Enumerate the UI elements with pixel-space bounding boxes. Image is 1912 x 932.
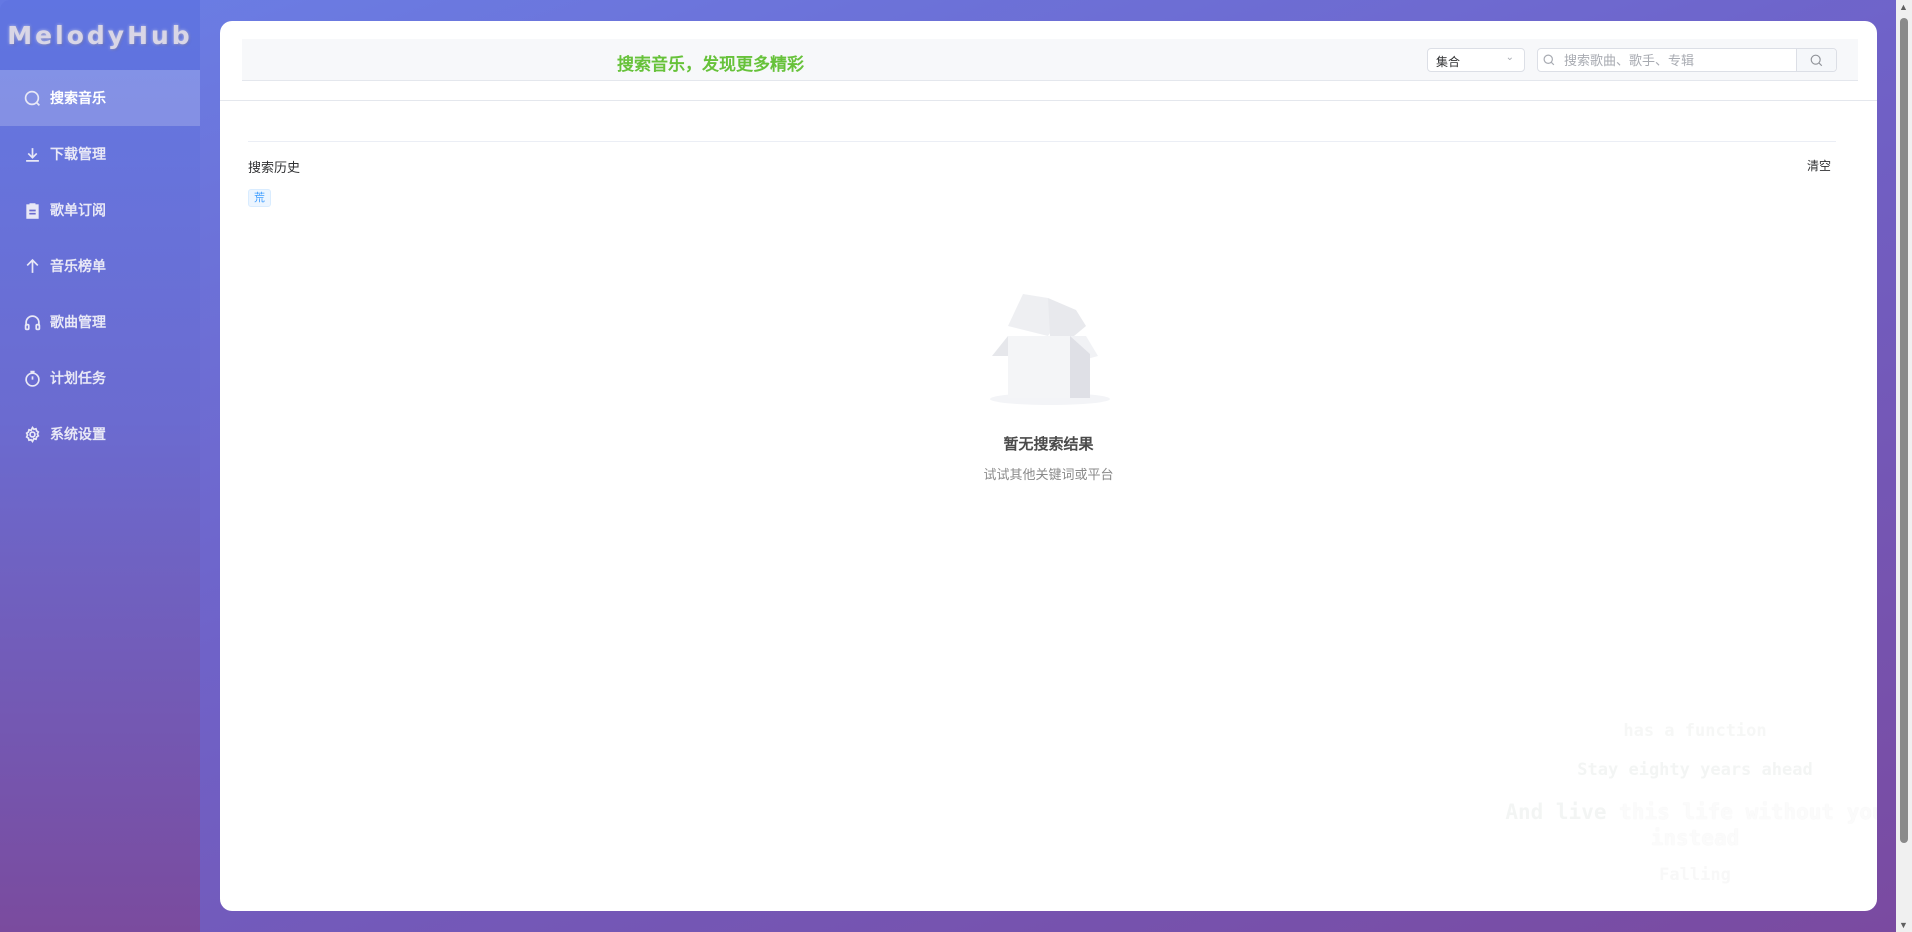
sidebar-item-playlist-subscriptions[interactable]: 歌单订阅 bbox=[0, 182, 200, 238]
sidebar-item-label: 下载管理 bbox=[50, 146, 106, 162]
sidebar-item-label: 歌单订阅 bbox=[50, 202, 106, 218]
lyric-line: Stay eighty years ahead bbox=[1577, 760, 1813, 780]
lyric-line-current: And live this life without you instead bbox=[1460, 799, 1877, 851]
lyric-line: has a function bbox=[1623, 721, 1767, 741]
download-icon bbox=[26, 147, 39, 162]
search-input[interactable] bbox=[1560, 49, 1796, 71]
headphones-icon bbox=[24, 314, 41, 330]
lyric-unsung: this life without you instead bbox=[1606, 800, 1877, 850]
divider bbox=[248, 141, 1836, 142]
search-box bbox=[1537, 48, 1837, 72]
search-header: 搜索音乐，发现更多精彩 集合 ⌄ bbox=[242, 39, 1858, 81]
search-icon bbox=[1810, 54, 1823, 66]
search-icon bbox=[24, 90, 41, 106]
main-panel: 搜索音乐，发现更多精彩 集合 ⌄ 搜索历史 清空 荒 暂无搜索结果 试试其他关键… bbox=[220, 21, 1877, 911]
platform-select-value: 集合 bbox=[1436, 55, 1461, 69]
lyric-line: Falling bbox=[1659, 865, 1731, 885]
sidebar-item-song-management[interactable]: 歌曲管理 bbox=[0, 294, 200, 350]
sidebar-item-label: 搜索音乐 bbox=[50, 90, 106, 106]
sidebar-item-label: 歌曲管理 bbox=[50, 314, 106, 330]
scrollbar-thumb[interactable] bbox=[1900, 18, 1908, 843]
empty-subtitle: 试试其他关键词或平台 bbox=[983, 467, 1114, 482]
sidebar-item-label: 系统设置 bbox=[50, 426, 106, 442]
scrollbar[interactable]: ▲ ▼ bbox=[1896, 0, 1912, 932]
sidebar-item-settings[interactable]: 系统设置 bbox=[0, 406, 200, 462]
lyric-sung: And live bbox=[1505, 800, 1607, 824]
scroll-up-icon[interactable]: ▲ bbox=[1899, 2, 1908, 12]
sidebar-item-label: 音乐榜单 bbox=[50, 258, 106, 274]
app-logo: MelodyHub bbox=[0, 0, 200, 70]
divider bbox=[220, 100, 1877, 101]
history-tag[interactable]: 荒 bbox=[248, 189, 271, 207]
sidebar-item-charts[interactable]: 音乐榜单 bbox=[0, 238, 200, 294]
search-icon bbox=[1538, 49, 1560, 71]
sidebar-item-scheduled-tasks[interactable]: 计划任务 bbox=[0, 350, 200, 406]
empty-box-illustration bbox=[990, 294, 1110, 405]
timer-icon bbox=[25, 370, 40, 387]
arrow-up-icon bbox=[26, 258, 39, 273]
chevron-down-icon: ⌄ bbox=[1505, 52, 1514, 63]
sidebar: MelodyHub 搜索音乐 下载管理 歌单订阅 音乐榜单 歌曲管理 计划任务 … bbox=[0, 0, 200, 932]
clipboard-icon bbox=[26, 202, 39, 219]
lyrics-overlay: has a function Stay eighty years ahead A… bbox=[1460, 721, 1877, 886]
gear-icon bbox=[25, 425, 40, 443]
empty-title: 暂无搜索结果 bbox=[1003, 436, 1094, 453]
sidebar-item-label: 计划任务 bbox=[50, 370, 106, 386]
page-title: 搜索音乐，发现更多精彩 bbox=[617, 55, 804, 74]
platform-select[interactable]: 集合 ⌄ bbox=[1427, 48, 1525, 72]
scroll-down-icon[interactable]: ▼ bbox=[1899, 920, 1908, 930]
sidebar-item-downloads[interactable]: 下载管理 bbox=[0, 126, 200, 182]
sidebar-item-search-music[interactable]: 搜索音乐 bbox=[0, 70, 200, 126]
clear-history-button[interactable]: 清空 bbox=[1807, 157, 1831, 174]
search-history-title: 搜索历史 bbox=[248, 160, 301, 175]
search-button[interactable] bbox=[1796, 49, 1836, 71]
